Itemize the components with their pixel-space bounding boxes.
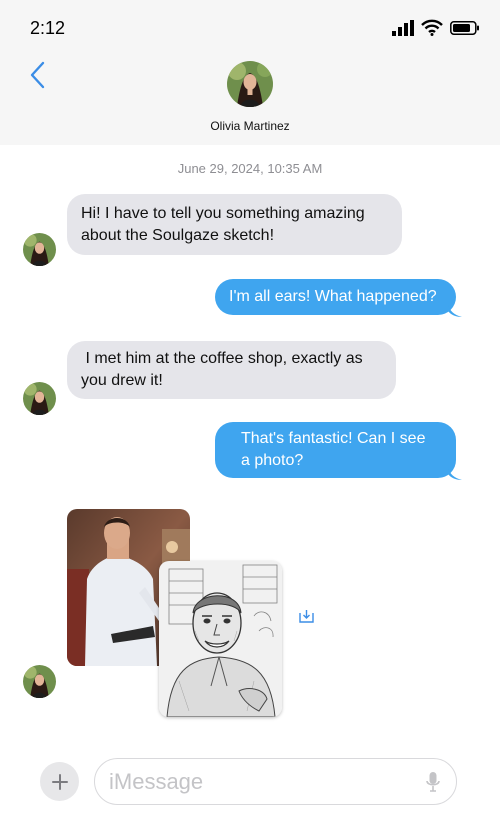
chevron-left-icon: [30, 61, 45, 89]
battery-icon: [450, 20, 479, 35]
photo-attachment[interactable]: [159, 561, 282, 717]
microphone-icon: [426, 772, 440, 792]
message-line: you drew it!: [81, 372, 163, 389]
message-text: I'm all ears! What happened?: [229, 288, 437, 305]
message-bubble-incoming[interactable]: Hi! I have to tell you something amazing…: [67, 194, 402, 255]
message-text: Hi! I have to tell you something amazing…: [81, 203, 365, 247]
avatar[interactable]: [23, 665, 56, 698]
conversation-header: Olivia Martinez: [0, 52, 500, 145]
avatar-photo-icon: [23, 665, 56, 698]
download-icon: [299, 610, 314, 623]
status-bar: 2:12: [0, 0, 500, 52]
pencil-sketch-portrait-icon: [159, 561, 282, 717]
save-to-photos-button[interactable]: [299, 609, 314, 623]
message-text: That's fantastic! Can I see a photo?: [229, 428, 425, 472]
bubble-tail-icon: [448, 468, 462, 480]
message-line: I met him at the coffee shop, exactly as: [81, 350, 363, 367]
add-attachment-button[interactable]: [40, 762, 79, 801]
avatar[interactable]: [23, 233, 56, 266]
message-text: I met him at the coffee shop, exactly as…: [81, 348, 363, 392]
message-bubble-outgoing[interactable]: That's fantastic! Can I see a photo?: [215, 422, 456, 478]
avatar-photo-icon: [227, 61, 273, 107]
plus-icon: [51, 773, 68, 790]
message-line: That's fantastic! Can I see: [241, 430, 426, 447]
avatar-photo-icon: [23, 233, 56, 266]
contact-avatar[interactable]: [227, 61, 273, 107]
message-line: Hi! I have to tell you something amazing: [81, 204, 365, 222]
dictation-button[interactable]: [426, 771, 440, 793]
status-icons: [392, 19, 480, 36]
avatar-photo-icon: [23, 382, 56, 415]
back-button[interactable]: [26, 60, 50, 90]
message-bubble-incoming[interactable]: I met him at the coffee shop, exactly as…: [67, 341, 396, 399]
avatar[interactable]: [23, 382, 56, 415]
message-input-container[interactable]: [94, 758, 457, 805]
conversation-timestamp: June 29, 2024, 10:35 AM: [177, 161, 323, 176]
cellular-signal-icon: [392, 19, 414, 36]
contact-name[interactable]: Olivia Martinez: [0, 119, 500, 133]
bubble-tail-icon: [448, 305, 462, 317]
message-bubble-outgoing[interactable]: I'm all ears! What happened?: [215, 279, 456, 315]
wifi-icon: [421, 19, 443, 36]
message-line: about the Soulgaze sketch!: [81, 226, 275, 244]
message-line: a photo?: [241, 452, 304, 469]
message-input[interactable]: [109, 768, 409, 796]
status-time: 2:12: [30, 18, 66, 38]
